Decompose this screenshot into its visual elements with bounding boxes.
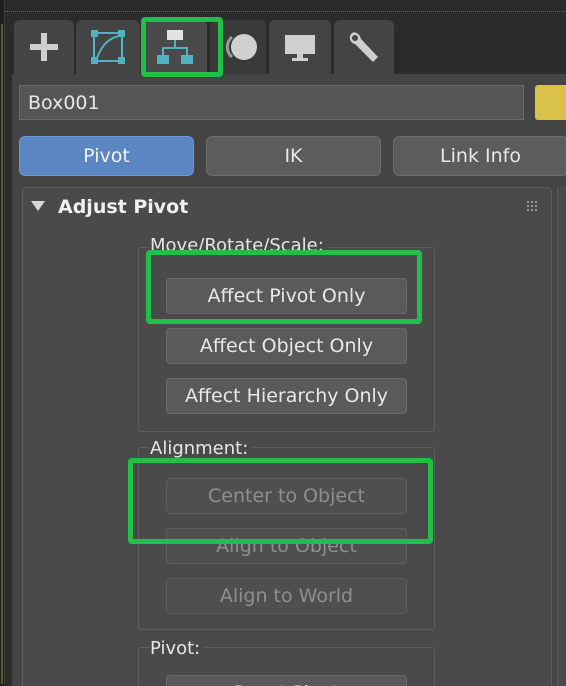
collapse-arrow-icon[interactable] (31, 201, 45, 211)
object-color-swatch[interactable] (535, 85, 566, 120)
pivot-group-label: Pivot: (150, 638, 205, 659)
adjacent-rollout-edge (557, 187, 566, 686)
affect-pivot-only-button[interactable]: Affect Pivot Only (166, 278, 407, 314)
affect-object-only-button[interactable]: Affect Object Only (166, 328, 407, 364)
display-tab[interactable] (269, 20, 331, 74)
center-to-object-button[interactable]: Center to Object (166, 478, 407, 514)
hierarchy-tab[interactable] (143, 20, 207, 74)
motion-circle-icon (225, 34, 257, 60)
affect-hierarchy-only-button[interactable]: Affect Hierarchy Only (166, 378, 407, 414)
ik-mode-button[interactable]: IK (206, 136, 381, 176)
alignment-group-label: Alignment: (150, 438, 253, 459)
drag-grip-icon[interactable] (526, 200, 538, 212)
object-name-input[interactable]: Box001 (19, 85, 524, 120)
utilities-tab[interactable] (334, 20, 394, 74)
pivot-mode-button[interactable]: Pivot (19, 136, 194, 176)
link-info-mode-button[interactable]: Link Info (393, 136, 566, 176)
hierarchy-icon (157, 30, 193, 64)
wrench-icon (349, 32, 378, 62)
align-to-object-button[interactable]: Align to Object (166, 528, 407, 564)
curve-modify-icon (91, 30, 125, 64)
reset-pivot-button[interactable]: Reset Pivot (166, 675, 407, 686)
align-to-world-button[interactable]: Align to World (166, 578, 407, 614)
plus-icon (30, 33, 58, 61)
move-group-label: Move/Rotate/Scale: (150, 235, 328, 256)
modify-tab[interactable] (76, 20, 140, 74)
create-tab[interactable] (14, 20, 74, 74)
motion-tab[interactable] (210, 20, 266, 74)
rollout-title[interactable]: Adjust Pivot (58, 196, 188, 218)
monitor-icon (285, 35, 315, 61)
left-strip (0, 0, 5, 686)
top-strip (0, 0, 566, 12)
